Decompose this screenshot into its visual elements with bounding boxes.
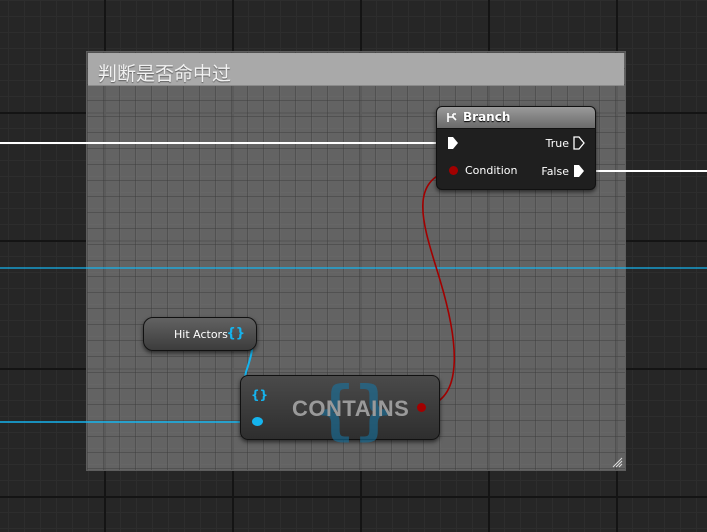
hit-actors-label: Hit Actors [174, 328, 228, 341]
item-input-pin-icon[interactable] [252, 417, 263, 426]
resize-handle-icon[interactable] [611, 456, 623, 468]
exec-true-pin-icon[interactable] [573, 136, 585, 150]
hit-actors-variable-node[interactable]: Hit Actors {} [143, 317, 257, 351]
contains-node[interactable]: {} {} CONTAINS [240, 374, 440, 448]
contains-title: CONTAINS [292, 396, 410, 421]
exec-in-pin-icon[interactable] [447, 136, 459, 150]
condition-label: Condition [465, 164, 518, 177]
comment-title: 判断是否命中过 [98, 63, 232, 85]
false-label: False [541, 165, 569, 178]
array-pin-icon[interactable]: {} [226, 326, 245, 341]
branch-node[interactable]: Branch True Condition False [436, 106, 596, 190]
exec-false-pin-icon[interactable] [573, 164, 585, 178]
true-label: True [545, 137, 569, 150]
condition-pin-icon[interactable] [449, 166, 458, 175]
branch-icon [447, 113, 457, 122]
branch-header[interactable]: Branch [437, 107, 595, 129]
array-input-pin-icon[interactable]: {} [251, 388, 268, 402]
comment-header[interactable]: 判断是否命中过 [88, 53, 624, 86]
bool-output-pin-icon[interactable] [417, 403, 426, 412]
branch-title: Branch [463, 110, 511, 124]
